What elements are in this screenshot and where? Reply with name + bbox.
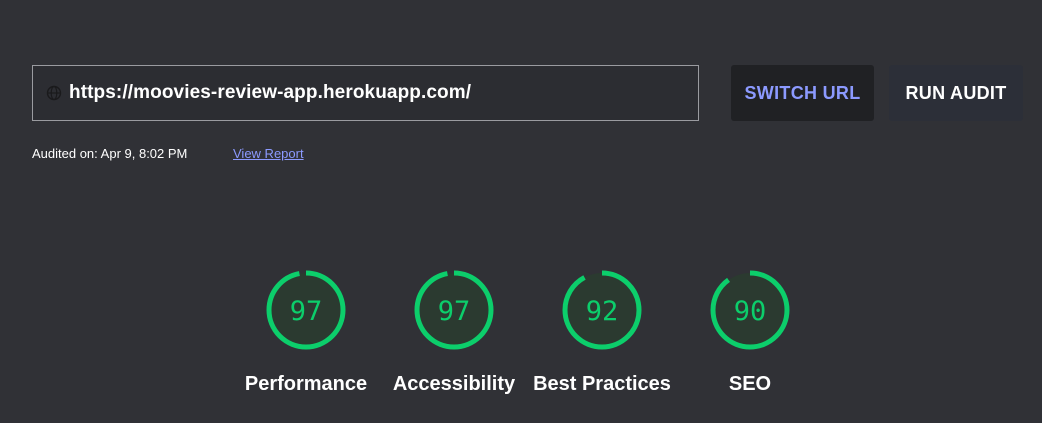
score-gauges: 97 Performance 97 Accessibility 92 Best … xyxy=(0,268,1042,408)
accessibility-gauge-ring: 97 xyxy=(414,270,494,350)
gauge-seo[interactable]: 90 SEO xyxy=(670,268,830,396)
run-audit-button[interactable]: RUN AUDIT xyxy=(889,65,1023,121)
gauge-accessibility[interactable]: 97 Accessibility xyxy=(374,268,534,396)
lighthouse-audit-panel: https://moovies-review-app.herokuapp.com… xyxy=(0,0,1042,423)
accessibility-score-value: 97 xyxy=(438,296,471,327)
seo-label: SEO xyxy=(728,373,772,395)
seo-gauge-ring: 90 xyxy=(710,270,790,350)
best-practices-gauge-ring: 92 xyxy=(562,270,642,350)
audit-meta: Audited on: Apr 9, 8:02 PM View Report xyxy=(32,145,304,161)
performance-label: Performance xyxy=(244,373,368,395)
performance-score-value: 97 xyxy=(290,296,323,327)
url-input[interactable]: https://moovies-review-app.herokuapp.com… xyxy=(32,65,699,121)
seo-score-value: 90 xyxy=(734,296,767,327)
accessibility-label: Accessibility xyxy=(392,373,516,395)
view-report-link[interactable]: View Report xyxy=(233,146,304,161)
gauge-performance[interactable]: 97 Performance xyxy=(226,268,386,396)
best-practices-score-value: 92 xyxy=(586,296,619,327)
switch-url-button[interactable]: SWITCH URL xyxy=(731,65,874,121)
globe-icon xyxy=(45,84,63,102)
gauge-best-practices[interactable]: 92 Best Practices xyxy=(522,268,682,396)
url-value: https://moovies-review-app.herokuapp.com… xyxy=(69,82,472,103)
performance-gauge-ring: 97 xyxy=(266,270,346,350)
audited-on-text: Audited on: Apr 9, 8:02 PM xyxy=(32,145,188,161)
best-practices-label: Best Practices xyxy=(533,373,671,395)
